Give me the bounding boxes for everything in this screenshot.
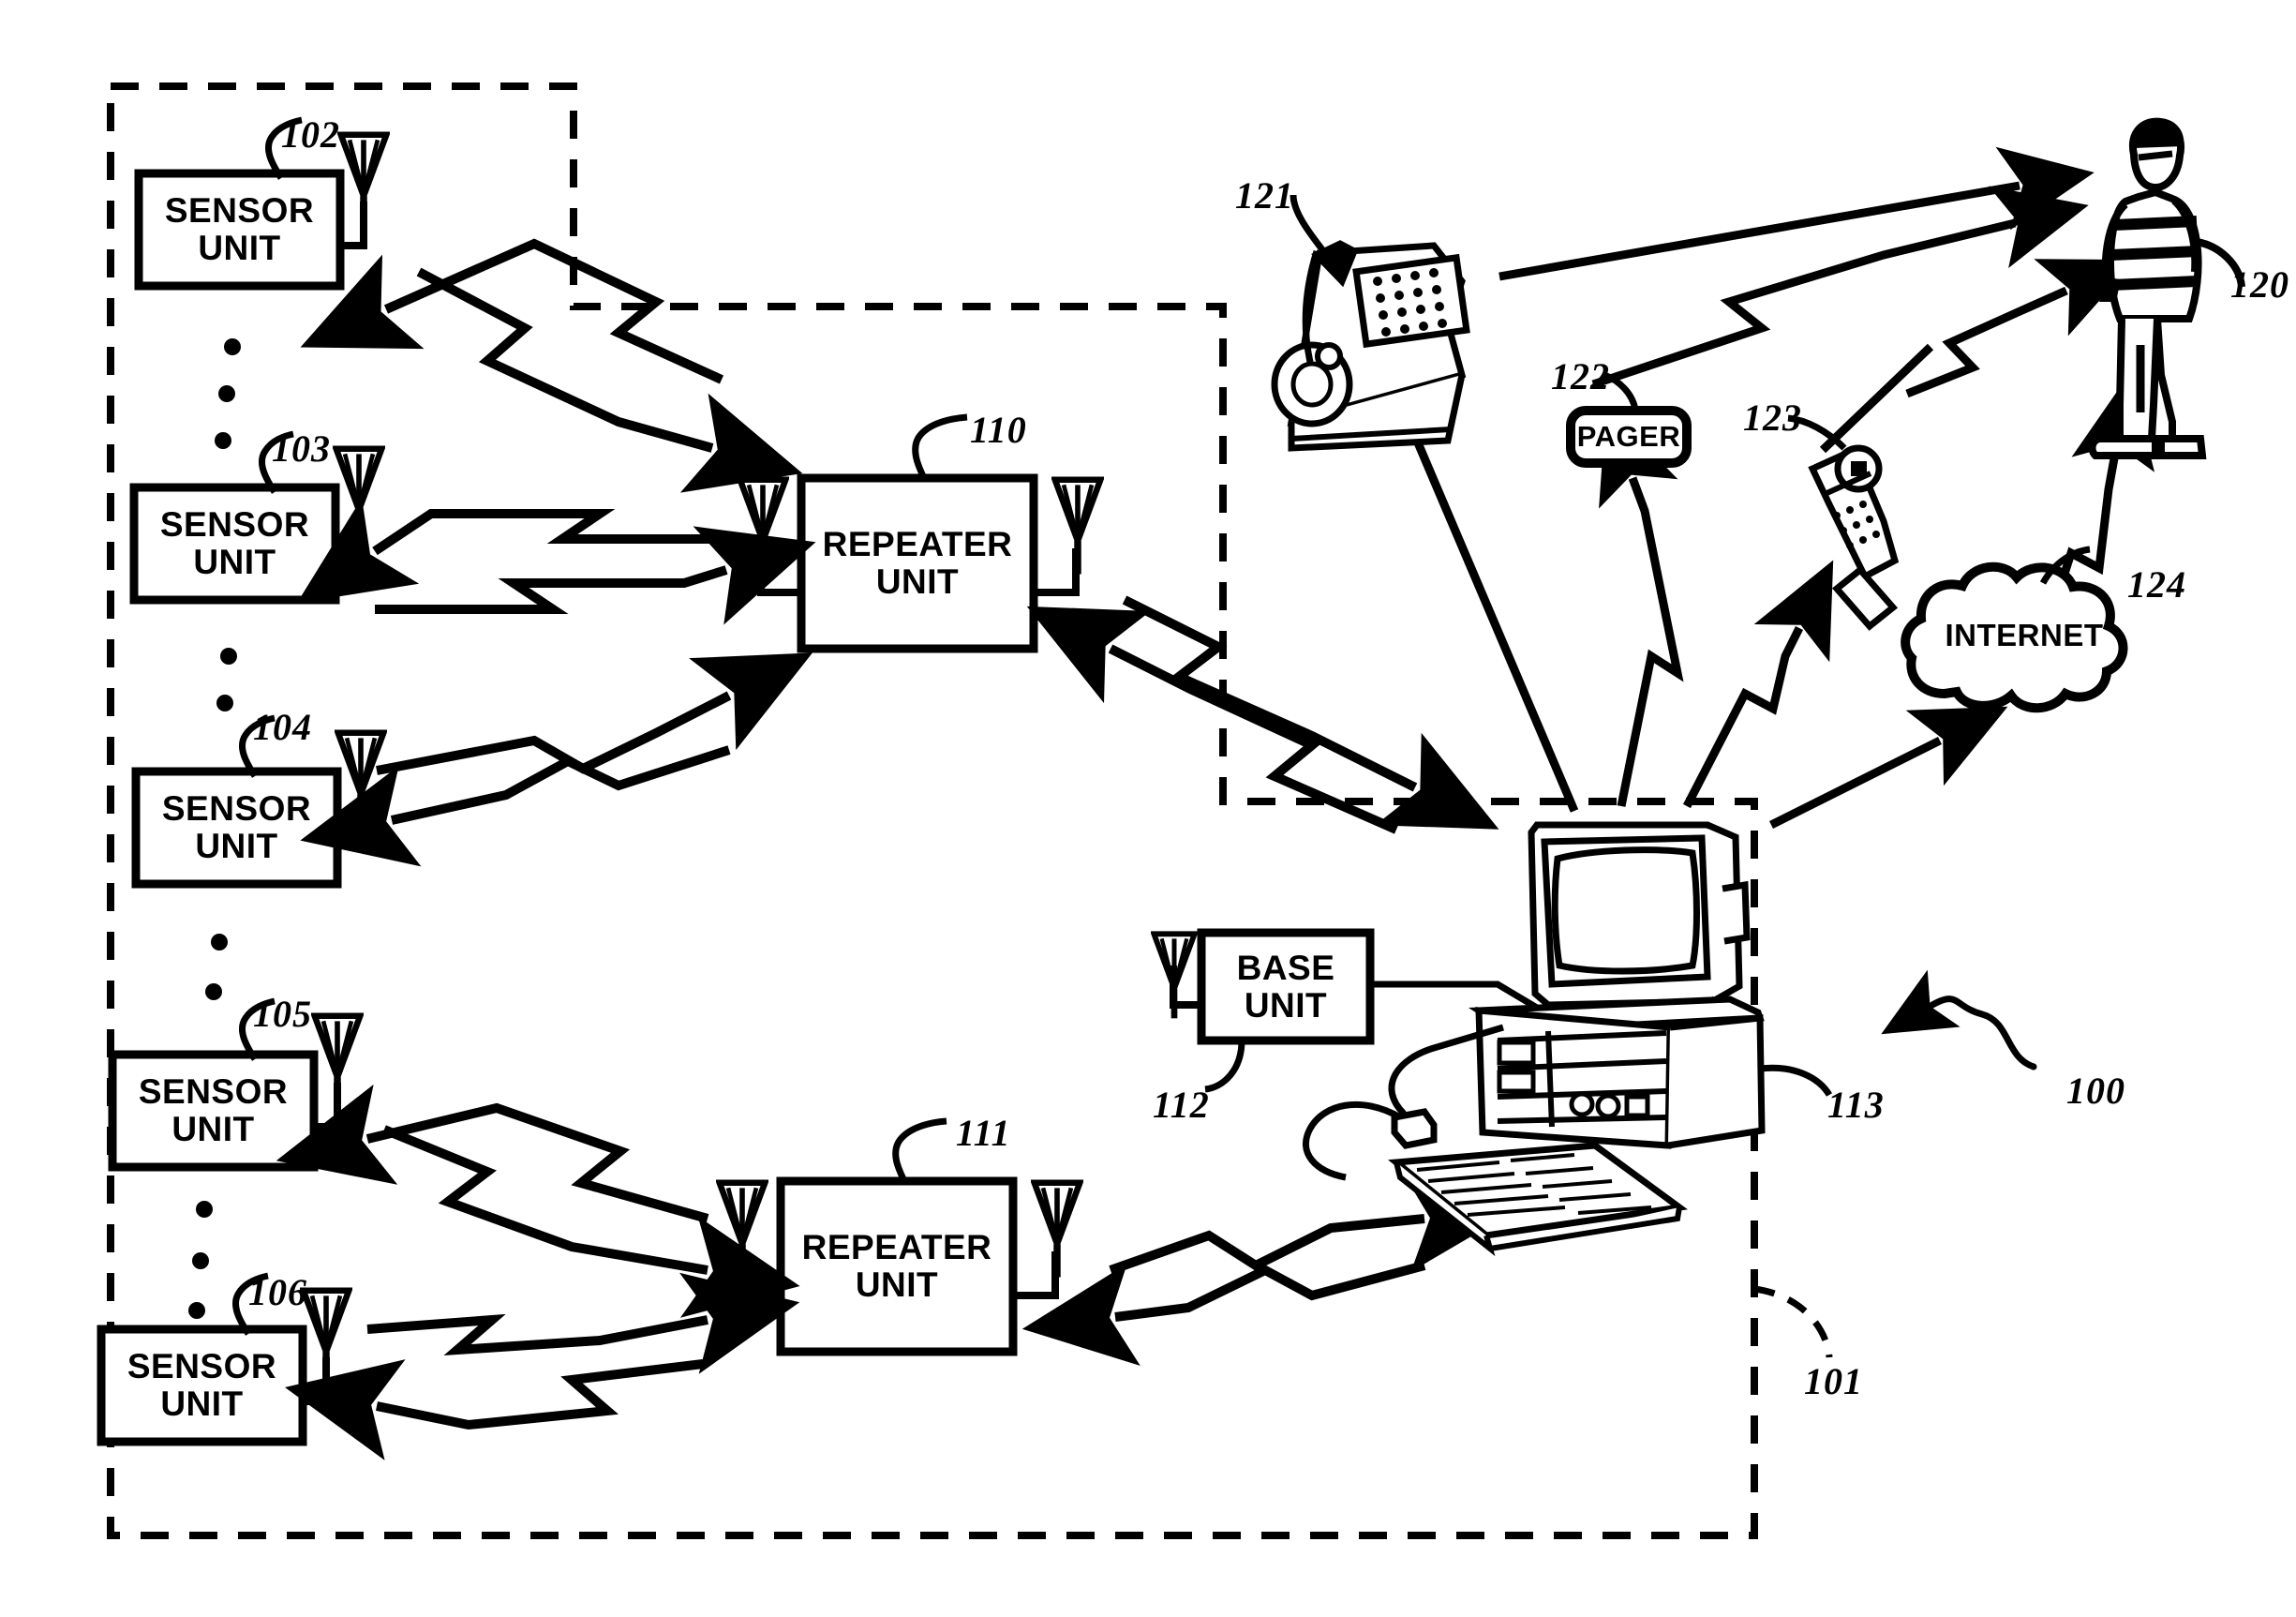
figure-canvas [97, 82, 2245, 1539]
sensor-unit-102[interactable] [134, 116, 386, 291]
sensor-unit-106[interactable] [97, 1272, 349, 1446]
sensor-unit-104[interactable] [131, 714, 383, 889]
link-105-111 [276, 1084, 800, 1318]
internet-cloud-124 [1901, 546, 2128, 713]
arrow-computer-to-internet [1768, 706, 2008, 830]
link-106-111 [285, 1272, 800, 1460]
arrow-computer-to-phone [1683, 560, 1834, 809]
fax-machine-121 [1271, 194, 1470, 452]
sensor-unit-105[interactable] [108, 997, 360, 1172]
pager-122 [1566, 371, 1692, 468]
link-102-110 [300, 238, 803, 493]
person-120 [2088, 117, 2245, 459]
link-103-110 [296, 498, 816, 625]
cell-phone-123 [1787, 414, 1900, 631]
ref-leader-100 [1881, 969, 2037, 1071]
sensor-unit-103[interactable] [129, 430, 381, 605]
arrow-computer-to-fax [1368, 333, 1579, 813]
link-111-computer [1021, 1169, 1518, 1367]
ref-leader-101 [1753, 1285, 1833, 1358]
arrow-fax-to-person [1498, 146, 2095, 281]
patent-figure: SENSOR UNIT SENSOR UNIT SENSOR UNIT SENS… [0, 0, 2296, 1617]
link-110-computer [1026, 595, 1499, 834]
repeater-unit-111[interactable] [720, 1117, 1081, 1356]
phone-antenna-ray [1819, 343, 1934, 454]
repeater-unit-110[interactable] [740, 413, 1101, 653]
link-104-110 [300, 652, 813, 867]
arrow-computer-to-pager [1599, 407, 1684, 807]
arrow-phone-to-person [1905, 259, 2137, 398]
